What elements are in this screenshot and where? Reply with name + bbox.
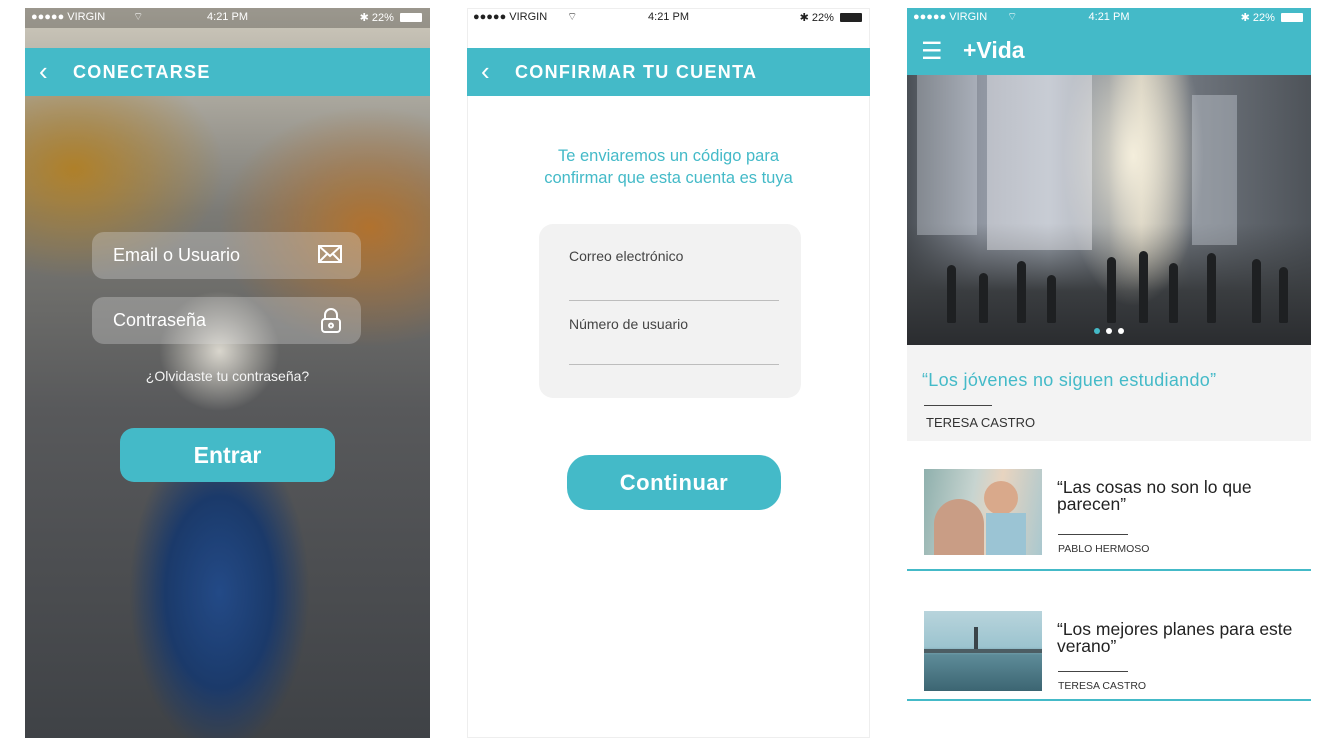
- pedestrian-shape: [1207, 253, 1216, 323]
- battery-icon: [400, 13, 422, 22]
- pedestrian-shape: [1139, 251, 1148, 323]
- battery-indicator: ✱ 22%: [360, 11, 422, 24]
- status-bar: ●●●●● VIRGIN ⌔ 4:21 PM ✱ 22%: [467, 8, 870, 28]
- child-face-shape: [984, 481, 1018, 515]
- list-item[interactable]: “Los mejores planes para este verano” TE…: [907, 571, 1311, 701]
- account-form-card: Correo electrónico Número de usuario: [539, 224, 801, 398]
- news-feed-screen: ●●●●● VIRGIN ⌔ 4:21 PM ✱ 22% ☰ +Vida “Lo…: [907, 8, 1311, 738]
- email-placeholder: Email o Usuario: [113, 245, 241, 265]
- nav-bar: ‹ CONFIRMAR TU CUENTA: [467, 48, 870, 96]
- pier-shape: [924, 649, 1042, 653]
- carousel-dot[interactable]: [1106, 328, 1112, 334]
- bluetooth-icon: ✱: [359, 12, 369, 24]
- pedestrian-shape: [1279, 267, 1288, 323]
- article-title: “Los mejores planes para este verano”: [1057, 619, 1293, 656]
- article-thumbnail: [924, 469, 1042, 555]
- app-logo: +Vida: [963, 37, 1025, 63]
- chevron-left-icon[interactable]: ‹: [39, 58, 48, 84]
- status-bar: ●●●●● VIRGIN ⌔ 4:21 PM ✱ 22%: [25, 8, 430, 28]
- intro-text: Te enviaremos un código para confirmar q…: [487, 145, 850, 189]
- user-number-field[interactable]: Número de usuario: [569, 316, 688, 332]
- figure-shape: [974, 627, 978, 649]
- forgot-password-link[interactable]: ¿Olvidaste tu contraseña?: [25, 368, 430, 384]
- intro-line-1: Te enviaremos un código para: [557, 147, 780, 165]
- hero-carousel[interactable]: [907, 75, 1311, 345]
- pedestrian-shape: [947, 265, 956, 323]
- email-underline: [569, 300, 779, 301]
- continue-button[interactable]: Continuar: [567, 455, 781, 510]
- email-field[interactable]: Correo electrónico: [569, 248, 683, 264]
- login-button[interactable]: Entrar: [120, 428, 335, 482]
- pedestrian-shape: [1017, 261, 1026, 323]
- confirm-account-screen: ●●●●● VIRGIN ⌔ 4:21 PM ✱ 22% ‹ CONFIRMAR…: [467, 8, 870, 738]
- divider: [1058, 671, 1128, 672]
- hamburger-menu-icon[interactable]: ☰: [921, 37, 943, 66]
- list-item[interactable]: “Las cosas no son lo que parecen” PABLO …: [907, 441, 1311, 571]
- pedestrian-shape: [1252, 259, 1261, 323]
- belly-shape: [934, 499, 984, 555]
- pedestrian-shape: [1107, 257, 1116, 323]
- pedestrian-shape: [1169, 263, 1178, 323]
- bluetooth-icon: ✱: [799, 12, 809, 24]
- battery-percent: 22%: [1252, 12, 1275, 24]
- password-placeholder: Contraseña: [113, 310, 207, 330]
- page-title: CONFIRMAR TU CUENTA: [515, 62, 758, 82]
- email-field[interactable]: Email o Usuario: [92, 232, 361, 279]
- featured-author: TERESA CASTRO: [926, 415, 1036, 430]
- building-shape: [987, 75, 1092, 250]
- login-screen: ●●●●● VIRGIN ⌔ 4:21 PM ✱ 22% ‹ CONECTARS…: [25, 8, 430, 738]
- building-shape: [1192, 95, 1237, 245]
- article-title: “Las cosas no son lo que parecen”: [1057, 477, 1252, 514]
- divider: [924, 405, 992, 406]
- article-author: TERESA CASTRO: [1058, 680, 1147, 692]
- child-shirt-shape: [986, 513, 1026, 555]
- featured-title: “Los jóvenes no siguen estudiando”: [922, 370, 1217, 390]
- app-bar: ☰ +Vida: [907, 28, 1311, 75]
- bluetooth-icon: ✱: [1240, 12, 1250, 24]
- article-author: PABLO HERMOSO: [1058, 543, 1150, 555]
- featured-article[interactable]: “Los jóvenes no siguen estudiando” TERES…: [907, 345, 1311, 441]
- building-shape: [917, 75, 977, 235]
- carousel-dot[interactable]: [1118, 328, 1125, 334]
- envelope-icon: [317, 243, 343, 270]
- status-bar: ●●●●● VIRGIN ⌔ 4:21 PM ✱ 22%: [907, 8, 1311, 28]
- article-thumbnail: [924, 611, 1042, 691]
- carousel-indicator[interactable]: [907, 321, 1311, 339]
- lock-icon: [319, 308, 343, 339]
- carousel-dot[interactable]: [1093, 328, 1100, 334]
- battery-icon: [1281, 13, 1303, 22]
- password-field[interactable]: Contraseña: [92, 297, 361, 344]
- nav-bar: ‹ CONECTARSE: [25, 48, 430, 96]
- battery-percent: 22%: [371, 12, 394, 24]
- page-title: CONECTARSE: [73, 62, 211, 82]
- battery-indicator: ✱ 22%: [800, 11, 862, 24]
- battery-percent: 22%: [811, 12, 834, 24]
- divider: [1058, 534, 1128, 535]
- battery-indicator: ✱ 22%: [1241, 11, 1303, 24]
- battery-icon: [840, 13, 862, 22]
- intro-line-2: confirmar que esta cuenta es tuya: [544, 169, 793, 187]
- pedestrian-shape: [1047, 275, 1056, 323]
- user-number-underline: [569, 364, 779, 365]
- chevron-left-icon[interactable]: ‹: [481, 58, 490, 84]
- pedestrian-shape: [979, 273, 988, 323]
